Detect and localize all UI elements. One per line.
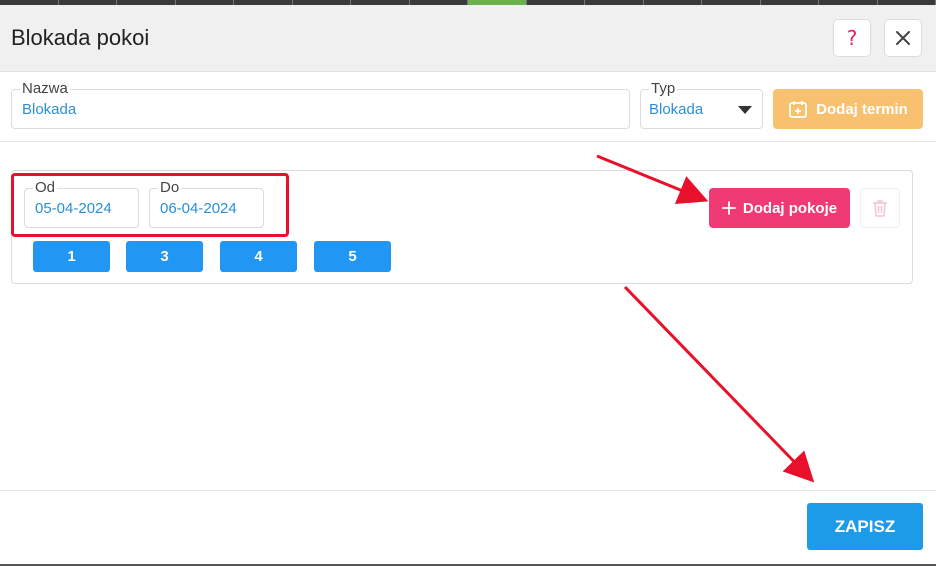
add-rooms-label: Dodaj pokoje xyxy=(742,199,838,217)
calendar-plus-icon xyxy=(789,101,808,118)
dialog-title: Blokada pokoi xyxy=(11,25,150,50)
type-value: Blokada xyxy=(649,101,704,118)
add-term-button[interactable]: Dodaj termin xyxy=(773,89,923,129)
room-chip[interactable]: 4 xyxy=(220,241,297,272)
delete-term-button[interactable] xyxy=(860,188,900,228)
name-value: Blokada xyxy=(22,101,77,118)
close-icon xyxy=(896,31,910,45)
divider xyxy=(0,141,936,142)
type-select[interactable]: Typ Blokada xyxy=(640,81,763,129)
name-field[interactable]: Nazwa Blokada xyxy=(11,81,630,129)
highlight-box xyxy=(11,173,289,237)
footer-divider xyxy=(0,490,936,491)
trash-icon xyxy=(873,200,887,217)
name-label: Nazwa xyxy=(20,80,70,97)
close-button[interactable] xyxy=(884,19,922,57)
save-button[interactable]: ZAPISZ xyxy=(807,503,923,550)
add-rooms-button[interactable]: Dodaj pokoje xyxy=(709,188,850,228)
add-term-label: Dodaj termin xyxy=(816,100,908,118)
dialog-header: Blokada pokoi ? xyxy=(0,5,936,72)
room-chip[interactable]: 5 xyxy=(314,241,391,272)
plus-icon xyxy=(722,201,736,215)
room-chip[interactable]: 3 xyxy=(126,241,203,272)
help-button[interactable]: ? xyxy=(833,19,871,57)
chevron-down-icon xyxy=(738,106,752,114)
room-chip[interactable]: 1 xyxy=(33,241,110,272)
question-icon: ? xyxy=(846,26,858,50)
room-block-dialog: Blokada pokoi ? Nazwa Blokada Typ Blokad… xyxy=(0,5,936,566)
type-label: Typ xyxy=(649,80,678,97)
